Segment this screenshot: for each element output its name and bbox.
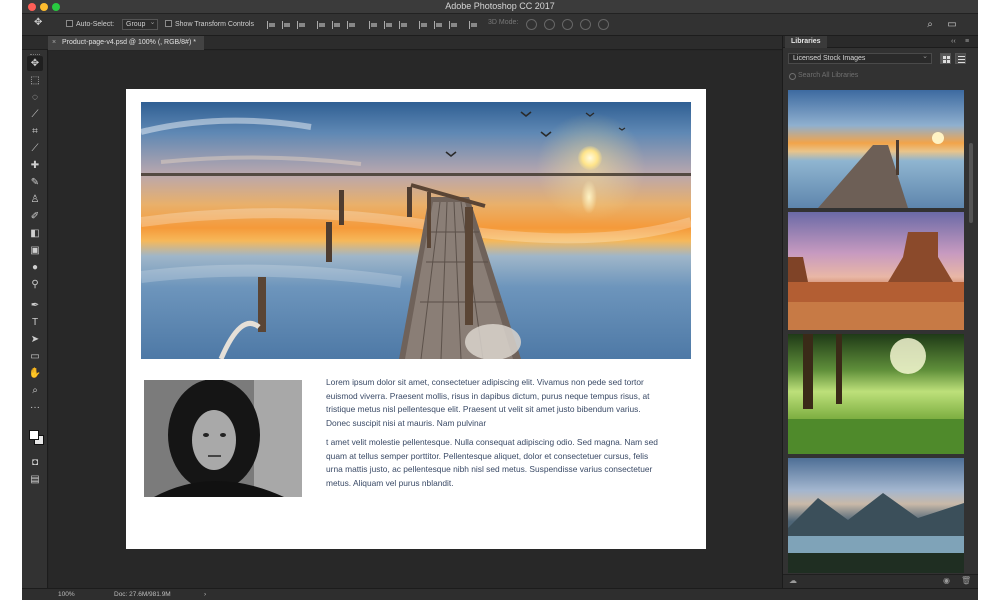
scale-3d-icon[interactable]: [598, 19, 609, 30]
portrait-illustration: [144, 380, 302, 497]
align-bottom-icon[interactable]: [346, 20, 356, 30]
checkbox-icon: [66, 20, 73, 27]
libraries-panel: Libraries ‹‹ ≡ Licensed Stock Images Sea…: [782, 36, 978, 588]
canvas-area[interactable]: Lorem ipsum dolor sit amet, consectetuer…: [49, 51, 782, 588]
body-paragraph-1: Lorem ipsum dolor sit amet, consectetuer…: [326, 377, 650, 428]
eraser-icon[interactable]: ◧: [27, 226, 43, 241]
options-bar: ✥ Auto-Select: Group Show Transform Cont…: [22, 14, 978, 36]
auto-select-dropdown[interactable]: Group: [122, 18, 159, 31]
thumb-mountain-illustration: [788, 493, 964, 573]
distribute-bottom-icon[interactable]: [398, 20, 408, 30]
document-tab-label: Product-page-v4.psd @ 100% (, RGB/8#) *: [62, 39, 196, 46]
title-bar: Adobe Photoshop CC 2017: [22, 0, 978, 14]
trash-icon[interactable]: 🗑: [961, 576, 971, 585]
library-select-value: Licensed Stock Images: [793, 55, 866, 62]
collapse-panel-icon[interactable]: ‹‹: [951, 36, 956, 48]
align-right-icon[interactable]: [296, 20, 306, 30]
type-tool-icon[interactable]: T: [27, 315, 43, 330]
distribute-left-icon[interactable]: [418, 20, 428, 30]
rectangle-tool-icon[interactable]: ▭: [27, 349, 43, 364]
search-icon[interactable]: ⌕: [924, 19, 936, 31]
foreground-color-swatch[interactable]: [29, 430, 39, 440]
eyedropper-icon[interactable]: ⟋: [27, 141, 43, 156]
pier-illustration: [141, 111, 691, 359]
workspace-icon[interactable]: ▭: [946, 19, 958, 31]
blur-tool-icon[interactable]: ●: [27, 260, 43, 275]
move-tool-preset-icon[interactable]: ✥: [34, 17, 42, 29]
grid-view-icon[interactable]: [940, 53, 951, 64]
show-transform-label: Show Transform Controls: [175, 21, 254, 28]
healing-brush-icon[interactable]: ✚: [27, 158, 43, 173]
zoom-tool-icon[interactable]: ⌕: [27, 383, 43, 398]
tab-libraries[interactable]: Libraries: [785, 36, 827, 48]
thumb-monument-illustration: [788, 232, 964, 330]
history-brush-icon[interactable]: ✐: [27, 209, 43, 224]
marquee-tool-icon[interactable]: ⬚: [27, 73, 43, 88]
library-select[interactable]: Licensed Stock Images: [788, 52, 932, 64]
slide-3d-icon[interactable]: [580, 19, 591, 30]
pan-3d-icon[interactable]: [562, 19, 573, 30]
body-paragraph-2: t amet velit molestie pellentesque. Null…: [326, 437, 658, 488]
body-copy[interactable]: Lorem ipsum dolor sit amet, consectetuer…: [326, 376, 661, 496]
auto-select-checkbox[interactable]: Auto-Select:: [66, 19, 114, 31]
artboard[interactable]: Lorem ipsum dolor sit amet, consectetuer…: [126, 89, 706, 549]
cc-sync-icon[interactable]: ☁: [789, 576, 797, 585]
distribute-middle-icon[interactable]: [383, 20, 393, 30]
stock-thumb-pier-sunset[interactable]: [788, 90, 964, 208]
search-libraries-input[interactable]: Search All Libraries: [788, 71, 968, 81]
clone-stamp-icon[interactable]: ♙: [27, 192, 43, 207]
close-tab-icon[interactable]: ×: [52, 36, 56, 50]
orbit-3d-icon[interactable]: [526, 19, 537, 30]
stock-thumb-forest[interactable]: [788, 334, 964, 454]
align-middle-icon[interactable]: [331, 20, 341, 30]
portrait-image[interactable]: [144, 380, 302, 497]
thumb-pier-illustration: [818, 132, 944, 208]
gradient-tool-icon[interactable]: ▣: [27, 243, 43, 258]
brush-tool-icon[interactable]: ✎: [27, 175, 43, 190]
mode-3d-label: 3D Mode:: [488, 19, 519, 26]
align-left-icon[interactable]: [266, 20, 276, 30]
thumb-forest-illustration: [788, 334, 964, 454]
status-bar: 100% Doc: 27.6M/981.9M ›: [22, 588, 978, 600]
more-tools-icon[interactable]: ···: [27, 400, 43, 415]
distribute-right-icon[interactable]: [448, 20, 458, 30]
magic-wand-icon[interactable]: ⟋: [27, 107, 43, 122]
show-transform-checkbox[interactable]: Show Transform Controls: [165, 19, 254, 31]
document-size: Doc: 27.6M/981.9M: [114, 591, 171, 598]
screen-mode-icon[interactable]: ▤: [27, 472, 43, 487]
app-title: Adobe Photoshop CC 2017: [445, 1, 555, 11]
pen-tool-icon[interactable]: ✒: [27, 298, 43, 313]
status-arrow-icon[interactable]: ›: [204, 589, 206, 600]
dodge-tool-icon[interactable]: ⚲: [27, 277, 43, 292]
auto-align-icon[interactable]: [468, 20, 478, 30]
distribute-top-icon[interactable]: [368, 20, 378, 30]
stock-thumb-mountain-lake[interactable]: [788, 458, 964, 573]
auto-select-value: Group: [122, 18, 159, 30]
align-top-icon[interactable]: [316, 20, 326, 30]
stock-thumb-monument-valley[interactable]: [788, 212, 964, 330]
libraries-scrollbar[interactable]: [969, 143, 973, 223]
photoshop-window: Adobe Photoshop CC 2017 ✥ Auto-Select: G…: [22, 0, 978, 600]
distribute-center-icon[interactable]: [433, 20, 443, 30]
hand-tool-icon[interactable]: ✋: [27, 366, 43, 381]
hero-image-pier-sunset[interactable]: [141, 102, 691, 359]
document-tab[interactable]: × Product-page-v4.psd @ 100% (, RGB/8#) …: [48, 36, 204, 50]
path-selection-icon[interactable]: ➤: [27, 332, 43, 347]
roll-3d-icon[interactable]: [544, 19, 555, 30]
document-tab-row: × Product-page-v4.psd @ 100% (, RGB/8#) …: [22, 36, 782, 50]
move-tool-icon[interactable]: ✥: [27, 56, 43, 71]
checkbox-icon: [165, 20, 172, 27]
auto-select-label: Auto-Select:: [76, 21, 115, 28]
lasso-tool-icon[interactable]: ◌: [27, 90, 43, 105]
quick-mask-icon[interactable]: ◘: [27, 455, 43, 470]
list-view-icon[interactable]: [955, 53, 966, 64]
zoom-level[interactable]: 100%: [58, 589, 75, 600]
libraries-panel-header: Libraries ‹‹ ≡: [783, 36, 978, 48]
panel-menu-icon[interactable]: ≡: [965, 36, 969, 48]
libraries-panel-footer: ☁ ◉ 🗑: [783, 574, 978, 588]
tools-panel: ✥ ⬚ ◌ ⟋ ⌗ ⟋ ✚ ✎ ♙ ✐ ◧ ▣ ● ⚲ ✒ T ➤ ▭ ✋ ⌕ …: [22, 50, 48, 588]
crop-tool-icon[interactable]: ⌗: [27, 124, 43, 139]
align-center-icon[interactable]: [281, 20, 291, 30]
visibility-icon[interactable]: ◉: [943, 576, 950, 585]
